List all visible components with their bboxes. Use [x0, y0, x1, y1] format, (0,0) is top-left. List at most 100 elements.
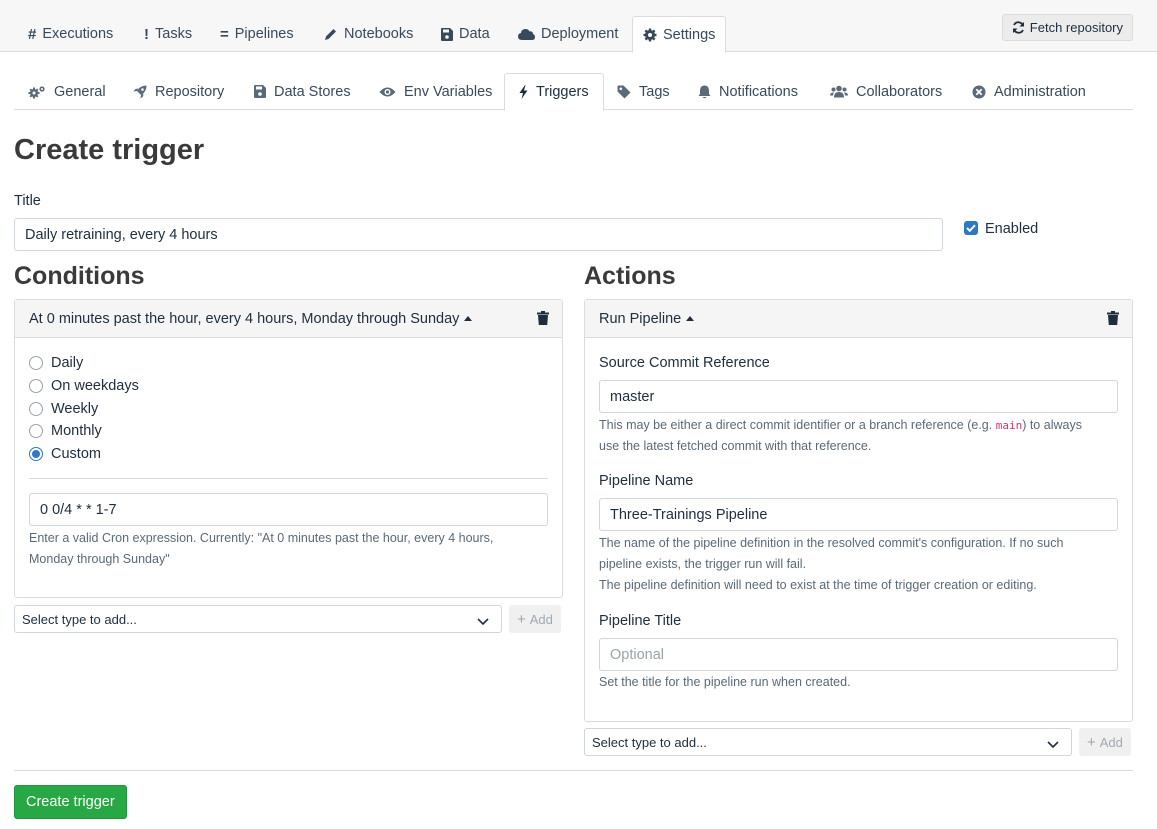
tab-label: Env Variables [404, 83, 493, 100]
trash-icon[interactable] [537, 311, 549, 328]
pipeline-title-input[interactable]: Optional [599, 638, 1118, 671]
radio-button[interactable] [29, 356, 43, 370]
condition-card: At 0 minutes past the hour, every 4 hour… [14, 299, 563, 598]
tab-data[interactable]: Data [431, 16, 500, 52]
tab-label: Deployment [541, 26, 619, 42]
tab-deployment[interactable]: Deployment [508, 16, 628, 52]
cron-help: Enter a valid Cron expression. Currently… [29, 528, 548, 570]
actions-heading: Actions [584, 262, 676, 290]
tab-label: Tasks [155, 26, 193, 42]
tab-label: Collaborators [856, 83, 943, 100]
action-type-select[interactable]: Select type to add... [584, 728, 1072, 756]
divider [29, 478, 548, 479]
plus-icon: + [1087, 733, 1096, 751]
radio-label: Weekly [51, 401, 99, 417]
tab-administration[interactable]: Administration [958, 73, 1100, 110]
title-input[interactable]: Daily retraining, every 4 hours [14, 218, 943, 251]
radio-label: Monthly [51, 423, 102, 439]
bell-icon [698, 85, 711, 99]
tab-pipelines[interactable]: = Pipelines [210, 16, 304, 52]
conditions-heading: Conditions [14, 262, 145, 290]
tab-tags[interactable]: Tags [603, 73, 684, 110]
tab-triggers[interactable]: Triggers [504, 73, 604, 111]
equals-icon: = [220, 25, 229, 43]
gears-icon [28, 85, 46, 99]
tab-env-variables[interactable]: Env Variables [365, 73, 506, 110]
tab-label: Administration [994, 83, 1086, 100]
caret-up-icon [686, 316, 695, 321]
radio-monthly[interactable]: Monthly [29, 423, 102, 439]
enabled-checkbox[interactable] [964, 221, 978, 235]
gear-icon [643, 28, 657, 42]
tab-general[interactable]: General [14, 73, 120, 110]
caret-up-icon [464, 316, 473, 321]
pipeline-title-help: Set the title for the pipeline run when … [599, 675, 851, 689]
tab-label: Pipelines [234, 26, 294, 42]
cron-input[interactable]: 0 0/4 * * 1-7 [29, 493, 548, 526]
tab-label: Tags [639, 83, 670, 100]
trash-icon[interactable] [1107, 311, 1119, 328]
radio-daily[interactable]: Daily [29, 355, 83, 371]
radio-weekly[interactable]: Weekly [29, 401, 98, 417]
condition-card-title: At 0 minutes past the hour, every 4 hour… [29, 310, 460, 327]
condition-card-header[interactable]: At 0 minutes past the hour, every 4 hour… [15, 300, 562, 338]
radio-custom[interactable]: Custom [29, 446, 101, 462]
page-title: Create trigger [14, 134, 205, 166]
tab-label: Notebooks [344, 26, 414, 42]
tab-settings[interactable]: Settings [632, 16, 727, 53]
radio-button[interactable] [29, 447, 43, 461]
condition-type-select[interactable]: Select type to add... [14, 605, 502, 633]
select-value: Select type to add... [592, 734, 707, 750]
action-card: Run Pipeline Source Commit Reference mas… [584, 299, 1133, 722]
tab-label: Settings [663, 26, 716, 43]
add-label: Add [529, 611, 553, 627]
tab-label: Triggers [536, 84, 589, 100]
source-commit-input[interactable]: master [599, 380, 1118, 413]
pencil-icon [324, 27, 338, 41]
tab-label: General [54, 83, 106, 100]
tab-repository[interactable]: Repository [119, 73, 238, 110]
source-help-line: This may be either a direct commit ident… [599, 415, 1118, 436]
bolt-icon [519, 85, 528, 99]
tab-executions[interactable]: # Executions [18, 16, 123, 52]
title-label: Title [14, 193, 41, 209]
radio-button[interactable] [29, 379, 43, 393]
exclamation-icon: ! [144, 25, 149, 43]
refresh-icon [1012, 21, 1025, 34]
fetch-repository-label: Fetch repository [1029, 20, 1123, 35]
radio-label: Custom [51, 446, 101, 462]
radio-button[interactable] [29, 424, 43, 438]
rocket-icon [133, 85, 147, 99]
tab-notebooks[interactable]: Notebooks [314, 16, 423, 52]
pipeline-help-line: The pipeline definition will need to exi… [599, 578, 1037, 592]
fetch-repository-button[interactable]: Fetch repository [1001, 14, 1133, 41]
tab-tasks[interactable]: ! Tasks [134, 16, 202, 52]
source-commit-label: Source Commit Reference [599, 355, 770, 371]
cron-help-line: Enter a valid Cron expression. Currently… [29, 531, 494, 545]
radio-button[interactable] [29, 402, 43, 416]
tag-icon [617, 85, 631, 99]
select-value: Select type to add... [22, 611, 137, 627]
radio-label: Daily [51, 355, 84, 371]
tab-notifications[interactable]: Notifications [684, 73, 812, 110]
create-trigger-button[interactable]: Create trigger [14, 785, 127, 819]
source-help-line: use the latest fetched commit with that … [599, 439, 872, 453]
action-card-title: Run Pipeline [599, 310, 682, 327]
cron-help-line: Monday through Sunday" [29, 552, 170, 566]
tab-label: Data Stores [274, 83, 351, 100]
pipeline-help-line: pipeline exists, the trigger run will fa… [599, 557, 807, 571]
add-action-button[interactable]: + Add [1079, 728, 1131, 756]
add-condition-button[interactable]: + Add [509, 605, 561, 633]
action-card-header[interactable]: Run Pipeline [585, 300, 1132, 338]
tab-data-stores[interactable]: Data Stores [240, 73, 365, 110]
chevron-down-icon [477, 614, 489, 629]
tab-collaborators[interactable]: Collaborators [816, 73, 956, 110]
cloud-icon [518, 28, 535, 40]
tab-label: Repository [155, 83, 225, 100]
users-icon [830, 85, 848, 98]
floppy-disk-icon [254, 85, 266, 98]
floppy-disk-icon [441, 27, 453, 41]
radio-on-weekdays[interactable]: On weekdays [29, 378, 139, 394]
pipeline-name-input[interactable]: Three-Trainings Pipeline [599, 498, 1118, 531]
plus-icon: + [517, 610, 526, 628]
